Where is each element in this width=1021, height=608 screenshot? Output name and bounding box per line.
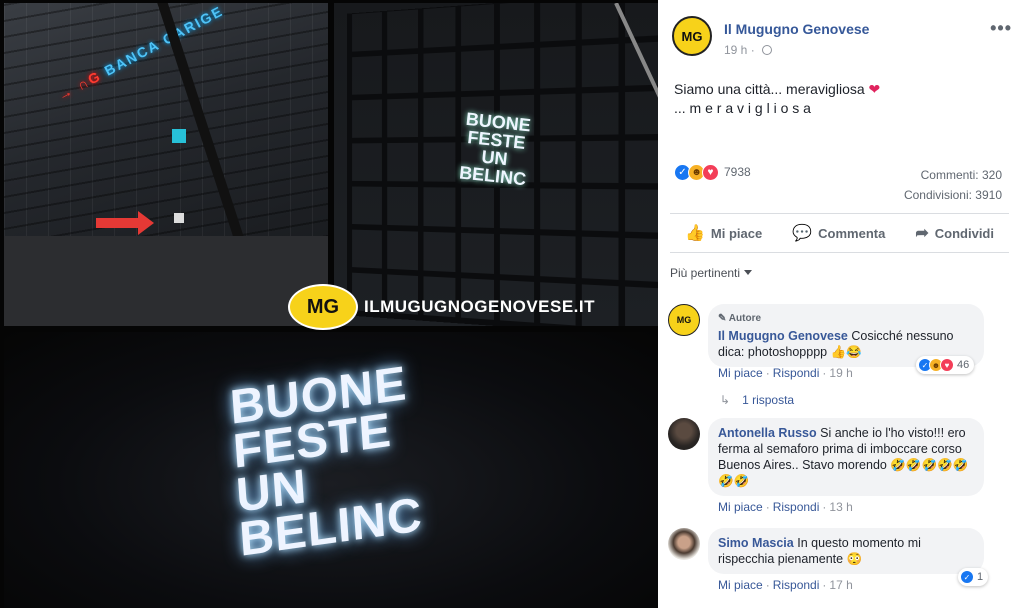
share-icon: ➦ xyxy=(915,225,929,242)
commenter-name[interactable]: Il Mugugno Genovese xyxy=(718,329,848,343)
replies-count: 1 risposta xyxy=(742,393,795,407)
watermark-text: ILMUGUGNOGENOVESE.IT xyxy=(364,297,596,316)
post-text-line-2: ... m e r a v i g l i o s a xyxy=(674,100,811,116)
comment-reaction-count: 46 xyxy=(957,359,970,371)
like-icon: ✓ xyxy=(960,570,974,584)
view-replies-link[interactable]: ↳ 1 risposta xyxy=(720,393,794,407)
comments-count-link[interactable]: Commenti: 320 xyxy=(904,165,1002,185)
reaction-count: 7938 xyxy=(724,165,751,179)
comment-time[interactable]: 19 h xyxy=(829,366,852,380)
commenter-avatar[interactable] xyxy=(668,528,700,560)
like-label: Mi piace xyxy=(710,225,763,241)
post-counts: Commenti: 320 Condivisioni: 3910 xyxy=(904,165,1002,205)
post-time[interactable]: 19 h xyxy=(724,43,747,57)
more-options-icon[interactable]: ••• xyxy=(990,18,1012,39)
comment-time[interactable]: 13 h xyxy=(829,500,852,514)
comment-actions: Mi piace · Rispondi · 17 h xyxy=(718,578,853,592)
post-text: Siamo una città... meravigliosa ❤ ... m … xyxy=(674,80,1004,118)
commenter-avatar[interactable]: MG xyxy=(668,304,700,336)
comment-item: Simo Mascia In questo momento mi rispecc… xyxy=(668,528,1008,608)
comment-reply-link[interactable]: Rispondi xyxy=(773,500,820,514)
post-header: MG Il Mugugno Genovese 19 h · ••• xyxy=(672,16,1012,64)
lower-building xyxy=(4,236,328,326)
shares-count-link[interactable]: Condivisioni: 3910 xyxy=(904,185,1002,205)
love-icon: ♥ xyxy=(940,358,954,372)
comment-actions: Mi piace · Rispondi · 13 h xyxy=(718,500,853,514)
post-text-main: Siamo una città... meravigliosa xyxy=(674,81,865,97)
light-sign-small: BUONE FESTE UN BELINC xyxy=(458,108,532,190)
page-avatar[interactable]: MG xyxy=(672,16,712,56)
post-text-line-1: Siamo una città... meravigliosa ❤ xyxy=(674,80,1004,99)
red-arrow-icon xyxy=(96,211,154,235)
comment-filter-dropdown[interactable]: Più pertinenti xyxy=(670,266,753,280)
globe-icon xyxy=(762,45,773,55)
comment-reactions[interactable]: ✓ ☻ ♥ 46 xyxy=(916,356,975,374)
comment-item: Antonella Russo Si anche io l'ho visto!!… xyxy=(668,418,1008,518)
comment-button[interactable]: 💬 Commenta xyxy=(792,223,885,243)
comment-filter-label: Più pertinenti xyxy=(670,266,741,280)
comment-reactions[interactable]: ✓ 1 xyxy=(958,568,989,586)
photo-top-left[interactable]: → ∩G BANCA CARIGE xyxy=(4,3,328,326)
like-button[interactable]: 👍 Mi piace xyxy=(685,223,762,243)
post-meta: 19 h · xyxy=(724,43,773,57)
reactions-summary[interactable]: ✓ ☻ ♥ 7938 xyxy=(674,162,751,182)
photo-bottom[interactable]: BUONE FESTE UN BELINC xyxy=(4,332,658,608)
comment-actions: Mi piace · Rispondi · 19 h xyxy=(718,366,853,380)
thumbs-up-icon: 👍 xyxy=(685,225,705,242)
love-icon: ♥ xyxy=(702,163,719,181)
chevron-down-icon xyxy=(744,270,753,275)
comment-time[interactable]: 17 h xyxy=(829,578,852,592)
commenter-name[interactable]: Antonella Russo xyxy=(718,426,817,440)
reply-arrow-icon: ↳ xyxy=(720,393,731,407)
action-bar: 👍 Mi piace 💬 Commenta ➦ Condividi xyxy=(670,213,1009,253)
watermark-logo: MG xyxy=(288,284,358,330)
comment-like-link[interactable]: Mi piace xyxy=(718,578,763,592)
watermark: MG ILMUGUGNOGENOVESE.IT xyxy=(288,284,595,330)
comment-bubble: Antonella Russo Si anche io l'ho visto!!… xyxy=(708,418,984,496)
comment-item: MG ✎ Autore Il Mugugno Genovese Cosicché… xyxy=(668,304,1008,384)
comment-label: Commenta xyxy=(818,225,886,241)
post-panel: MG Il Mugugno Genovese 19 h · ••• Siamo … xyxy=(658,0,1021,608)
comment-icon: 💬 xyxy=(792,225,813,242)
author-badge: ✎ Autore xyxy=(718,313,762,324)
distant-sign xyxy=(174,213,184,223)
commenter-name[interactable]: Simo Mascia xyxy=(718,536,794,550)
page-name-link[interactable]: Il Mugugno Genovese xyxy=(724,21,869,37)
comment-reply-link[interactable]: Rispondi xyxy=(773,578,820,592)
comment-reaction-count: 1 xyxy=(977,571,984,583)
comment-reply-link[interactable]: Rispondi xyxy=(773,366,820,380)
share-label: Condividi xyxy=(934,225,994,241)
author-badge-label: Autore xyxy=(728,313,762,324)
traffic-light-top xyxy=(172,129,186,143)
share-button[interactable]: ➦ Condividi xyxy=(915,223,994,243)
comment-like-link[interactable]: Mi piace xyxy=(718,500,763,514)
commenter-avatar[interactable] xyxy=(668,418,700,450)
photo-top-right[interactable]: BUONE FESTE UN BELINC xyxy=(334,3,658,326)
comment-bubble: Simo Mascia In questo momento mi rispecc… xyxy=(708,528,984,574)
photo-collage[interactable]: → ∩G BANCA CARIGE BUONE FESTE UN BELINC BUO… xyxy=(0,0,658,608)
heart-icon: ❤ xyxy=(868,81,881,97)
comment-like-link[interactable]: Mi piace xyxy=(718,366,763,380)
light-sign-big: BUONE FESTE UN BELINC xyxy=(228,357,425,567)
